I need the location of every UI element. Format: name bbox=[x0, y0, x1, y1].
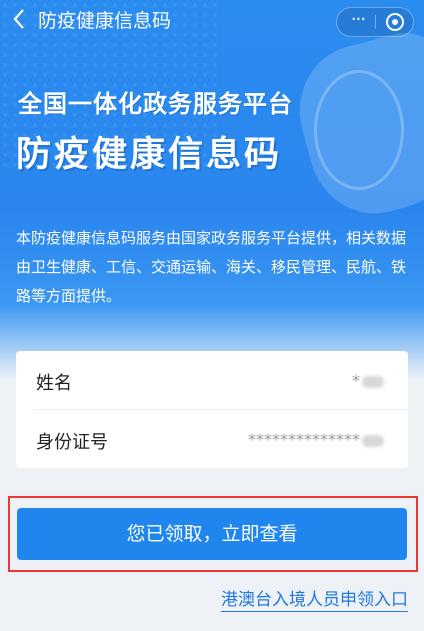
name-masked-text: * bbox=[352, 371, 360, 390]
name-row: 姓名 * bbox=[16, 351, 408, 410]
id-masked-text: ************** bbox=[248, 430, 360, 449]
mini-program-capsule: ··· bbox=[336, 7, 414, 37]
more-options-icon[interactable]: ··· bbox=[343, 8, 373, 36]
id-number-label: 身份证号 bbox=[36, 432, 108, 453]
user-info-card: 姓名 * 身份证号 ************** bbox=[16, 351, 408, 468]
navigation-bar: 防疫健康信息码 ··· bbox=[0, 0, 424, 44]
platform-headline: 全国一体化政务服务平台 bbox=[18, 90, 293, 118]
hero-banner: 防疫健康信息码 ··· 全国一体化政务服务平台 防疫健康信息码 本防疫健康信息码… bbox=[0, 0, 424, 380]
mask-strap-illustration bbox=[314, 70, 404, 190]
redaction-blur bbox=[362, 434, 384, 447]
service-description: 本防疫健康信息码服务由国家政务服务平台提供，相关数据由卫生健康、工信、交通运输、… bbox=[16, 229, 407, 305]
name-label: 姓名 bbox=[36, 373, 72, 394]
id-number-row: 身份证号 ************** bbox=[16, 410, 408, 468]
close-miniprogram-icon[interactable] bbox=[386, 13, 404, 31]
id-number-value: ************** bbox=[248, 430, 384, 449]
capsule-divider bbox=[375, 15, 376, 29]
hk-macau-taiwan-entry-link[interactable]: 港澳台入境人员申领入口 bbox=[221, 589, 408, 612]
name-value: * bbox=[352, 371, 384, 390]
service-headline: 防疫健康信息码 bbox=[16, 135, 283, 175]
redaction-blur bbox=[362, 375, 384, 388]
back-arrow-icon[interactable] bbox=[12, 8, 36, 32]
page-title: 防疫健康信息码 bbox=[38, 10, 172, 32]
view-code-button[interactable]: 您已领取，立即查看 bbox=[17, 508, 407, 560]
